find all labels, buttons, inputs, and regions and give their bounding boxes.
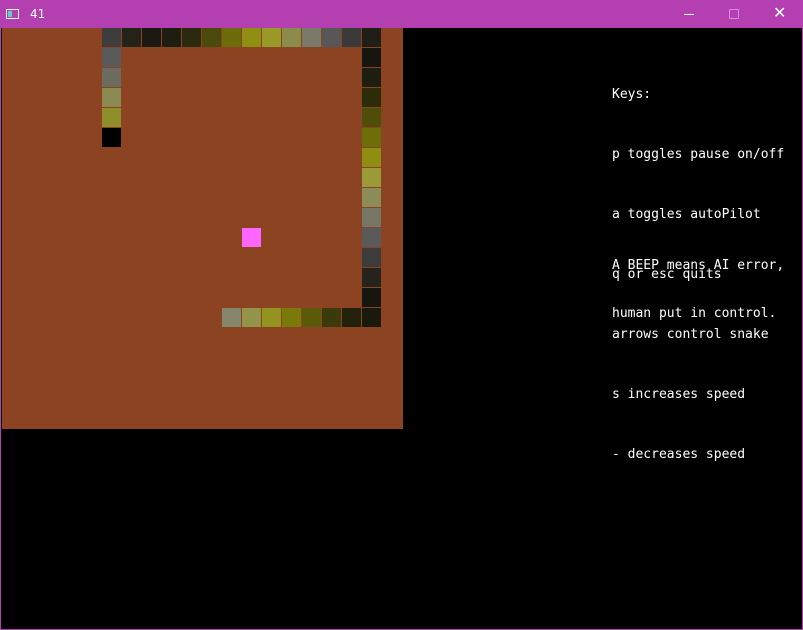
snake-segment [362, 288, 381, 307]
snake-segment [262, 28, 281, 47]
snake-segment [322, 28, 341, 47]
snake-segment [362, 148, 381, 167]
snake-segment [242, 308, 261, 327]
snake-segment [102, 68, 121, 87]
maximize-button[interactable] [711, 0, 757, 28]
snake-segment [362, 108, 381, 127]
snake-segment [362, 48, 381, 67]
snake-segment [302, 308, 321, 327]
minimize-icon [684, 14, 694, 15]
beep-notice: A BEEP means AI error, human put in cont… [612, 226, 784, 354]
snake-segment [102, 88, 121, 107]
snake-segment [182, 28, 201, 47]
snake-segment [322, 308, 341, 327]
snake-segment [362, 188, 381, 207]
game-board [2, 28, 403, 429]
snake-segment [202, 28, 221, 47]
snake-segment [102, 28, 121, 47]
window-title: 41 [30, 7, 46, 21]
close-button[interactable]: ✕ [757, 0, 803, 28]
snake-segment [362, 128, 381, 147]
help-line: a toggles autoPilot [612, 207, 761, 222]
snake-segment [122, 28, 141, 47]
snake-segment [362, 268, 381, 287]
snake-segment [362, 28, 381, 47]
snake-segment [282, 28, 301, 47]
snake-segment [362, 168, 381, 187]
snake-segment [262, 308, 281, 327]
snake-segment [242, 28, 261, 47]
help-line: Keys: [612, 87, 652, 102]
beep-line-1: A BEEP means AI error, [612, 258, 785, 273]
snake-segment [142, 28, 161, 47]
minimize-button[interactable] [665, 0, 711, 28]
snake-segment [362, 308, 381, 327]
maximize-icon [729, 9, 739, 19]
snake-segment [362, 88, 381, 107]
snake-segment [302, 28, 321, 47]
snake-segment [222, 28, 241, 47]
snake-segment [362, 68, 381, 87]
close-icon: ✕ [773, 3, 787, 22]
snake-segment [102, 108, 121, 127]
snake-segment [222, 308, 241, 327]
help-line: s increases speed [612, 387, 746, 402]
snake-segment [362, 228, 381, 247]
app-icon-inner [8, 11, 12, 17]
snake-segment [342, 308, 361, 327]
title-bar[interactable]: 41 ✕ [1, 0, 803, 28]
snake-segment [362, 208, 381, 227]
help-line: - decreases speed [612, 447, 746, 462]
snake-head [102, 128, 121, 147]
snake-segment [282, 308, 301, 327]
beep-line-2: human put in control. [612, 306, 777, 321]
snake-segment [102, 48, 121, 67]
help-line: p toggles pause on/off [612, 147, 785, 162]
game-window: 41 ✕ Keys: p toggles pause on/off a togg… [0, 0, 803, 630]
app-window-icon [6, 9, 19, 19]
snake-segment [362, 248, 381, 267]
food-pellet [242, 228, 261, 247]
snake-segment [342, 28, 361, 47]
snake-segment [162, 28, 181, 47]
